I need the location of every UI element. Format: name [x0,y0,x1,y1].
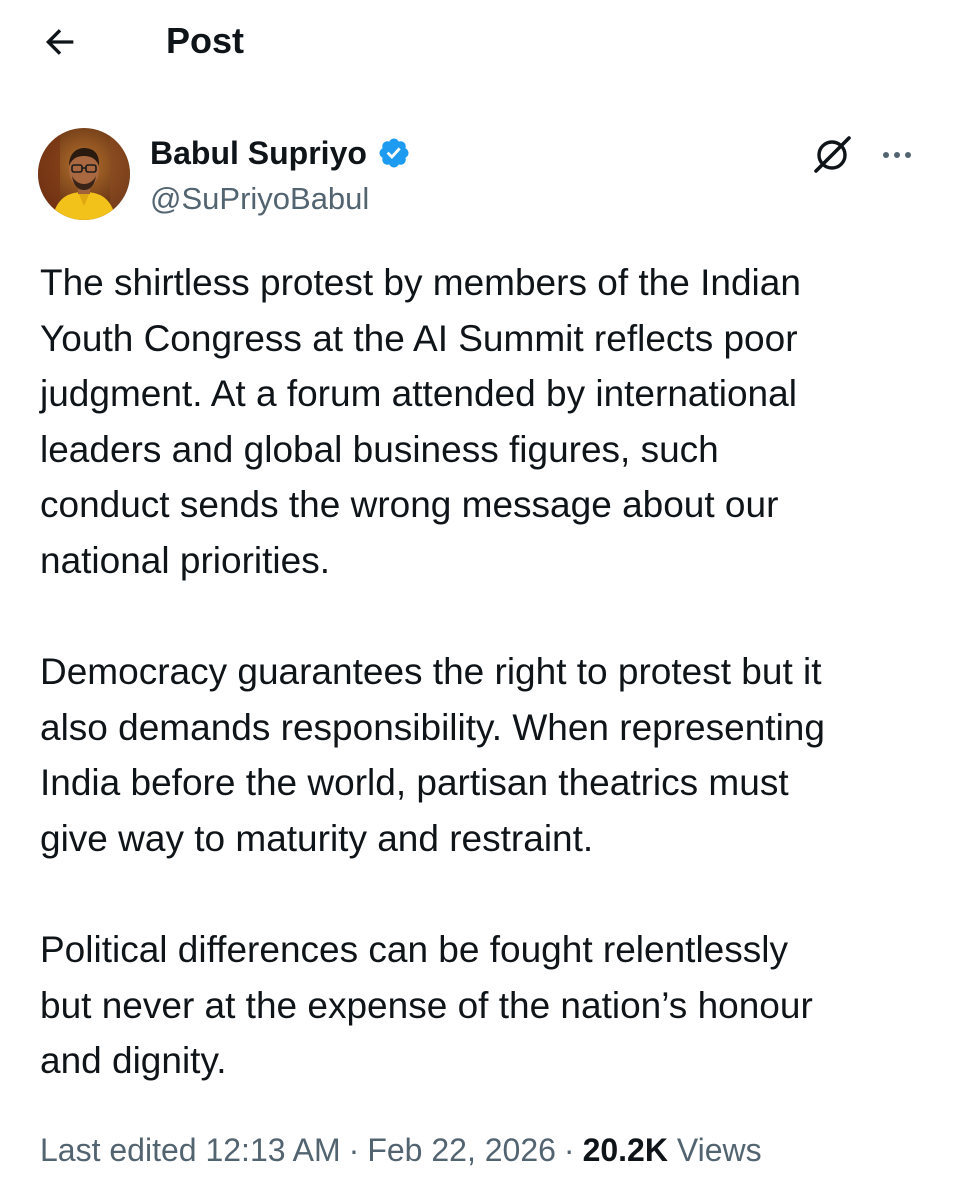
views-count: 20.2K [582,1132,668,1168]
meta-separator: · [348,1132,360,1168]
grok-icon [814,136,851,173]
last-edited-label[interactable]: Last edited 12:13 AM [40,1132,341,1168]
back-button[interactable] [36,22,84,62]
post-paragraph-3: Political differences can be fought rele… [40,929,813,1082]
avatar[interactable] [38,128,130,220]
author-handle[interactable]: @SuPriyoBabul [150,178,369,220]
author-name[interactable]: Babul Supriyo [150,132,411,174]
meta-separator: · [563,1132,575,1168]
avatar-image [38,128,130,220]
arrow-left-icon [45,29,74,55]
author-name-text: Babul Supriyo [150,135,367,171]
more-options-button[interactable] [872,132,922,178]
page-title: Post [166,20,245,61]
verified-badge-icon[interactable] [377,136,411,170]
top-bar: Post [0,0,954,84]
post-date[interactable]: Feb 22, 2026 [367,1132,556,1168]
grok-button[interactable] [808,132,858,178]
views-label: Views [676,1132,762,1168]
post-meta: Last edited 12:13 AM · Feb 22, 2026 · 20.2K … [40,1128,762,1172]
post-paragraph-2: Democracy guarantees the right to protes… [40,651,825,859]
post-text: The shirtless protest by members of the … [40,255,920,1089]
post-paragraph-1: The shirtless protest by members of the … [40,262,801,581]
more-horizontal-icon [883,152,911,158]
